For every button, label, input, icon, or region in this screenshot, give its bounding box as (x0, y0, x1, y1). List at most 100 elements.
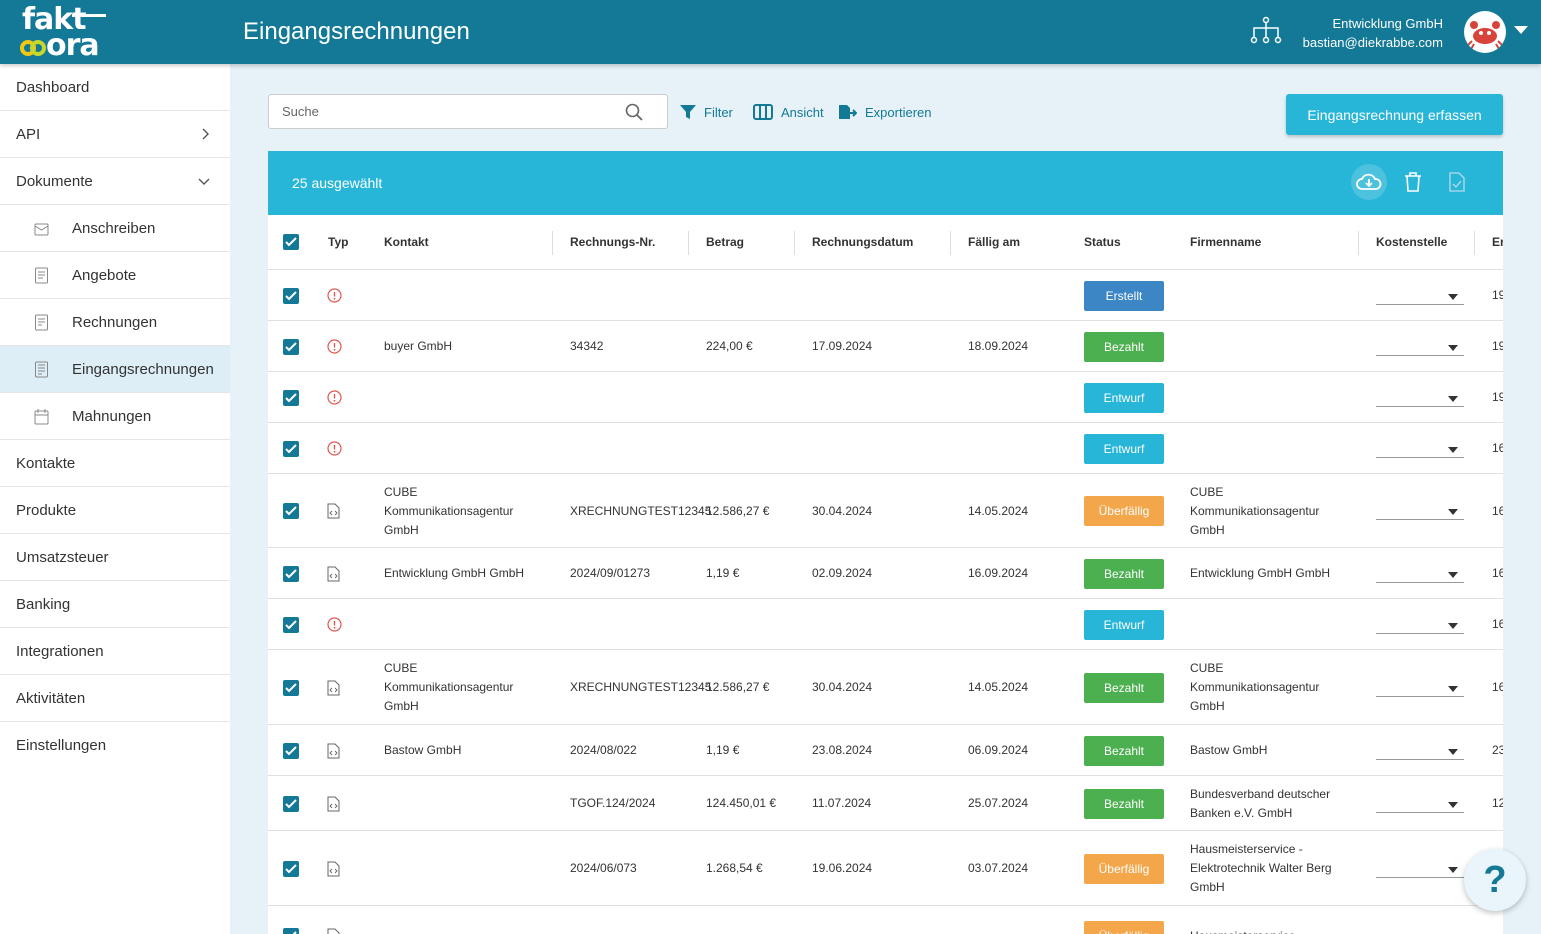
column-rechnungs-nr[interactable]: Rechnungs-Nr. (570, 235, 655, 249)
column-divider[interactable] (1474, 231, 1475, 255)
mark-checked-button[interactable] (1439, 164, 1475, 200)
sidebar-item-dokumente[interactable]: Dokumente (0, 158, 230, 205)
kostenstelle-select[interactable] (1376, 622, 1464, 634)
status-badge[interactable]: Bezahlt (1084, 331, 1164, 362)
xml-document-icon (327, 861, 340, 883)
status-badge[interactable]: Entwurf (1084, 382, 1164, 413)
sidebar-item-dashboard[interactable]: Dashboard (0, 64, 230, 111)
kostenstelle-select[interactable] (1376, 344, 1464, 356)
table-row[interactable]: Entwicklung GmbH GmbH 2024/09/01273 1,19 €… (268, 548, 1503, 599)
column-kostenstelle[interactable]: Kostenstelle (1376, 235, 1447, 249)
status-badge[interactable]: Entwurf (1084, 433, 1164, 464)
user-menu-caret-icon[interactable] (1514, 26, 1528, 34)
column-kontakt[interactable]: Kontakt (384, 235, 429, 249)
kostenstelle-select[interactable] (1376, 293, 1464, 305)
cell-truncated: 19 (1492, 390, 1503, 404)
search-icon[interactable] (625, 103, 643, 121)
user-info[interactable]: Entwicklung GmbH bastian@diekrabbe.com (1303, 14, 1443, 52)
column-divider[interactable] (1358, 231, 1359, 255)
create-incoming-invoice-button[interactable]: Eingangsrechnung erfassen (1286, 94, 1503, 135)
status-badge[interactable]: Bezahlt (1084, 672, 1164, 703)
kostenstelle-select[interactable] (1376, 395, 1464, 407)
table-row[interactable]: 16 Entwurf (268, 423, 1503, 474)
cell-kontakt: Entwicklung GmbH GmbH (384, 566, 525, 580)
status-badge[interactable]: Erstellt (1084, 280, 1164, 311)
table-row[interactable]: Hausmeisterservice - Überfällig (268, 906, 1503, 934)
sidebar-item-api[interactable]: API (0, 111, 230, 158)
kostenstelle-select[interactable] (1376, 446, 1464, 458)
download-button[interactable] (1351, 164, 1387, 200)
table-row[interactable]: 2024/06/073 1.268,54 € 19.06.2024 03.07.202… (268, 831, 1503, 906)
export-button[interactable]: Exportieren (838, 101, 931, 123)
sidebar-item-anschreiben[interactable]: Anschreiben (0, 205, 230, 252)
column-divider[interactable] (950, 231, 951, 255)
table-row[interactable]: 19 Erstellt (268, 270, 1503, 321)
row-checkbox[interactable] (283, 389, 299, 406)
cell-truncated: 16 (1492, 566, 1503, 580)
column-rechnungsdatum[interactable]: Rechnungsdatum (812, 235, 913, 249)
table-row[interactable]: buyer GmbH 34342 224,00 € 17.09.2024 18.09.2… (268, 321, 1503, 372)
status-badge[interactable]: Bezahlt (1084, 558, 1164, 589)
column-status[interactable]: Status (1084, 235, 1121, 249)
column-typ[interactable]: Typ (328, 235, 348, 249)
kostenstelle-select[interactable] (1376, 866, 1464, 878)
row-checkbox[interactable] (283, 616, 299, 633)
table-row[interactable]: TGOF.124/2024 124.450,01 € 11.07.2024 25.07… (268, 776, 1503, 831)
row-checkbox[interactable] (283, 338, 299, 355)
sidebar-item-rechnungen[interactable]: Rechnungen (0, 299, 230, 346)
kostenstelle-select[interactable] (1376, 571, 1464, 583)
kostenstelle-select[interactable] (1376, 801, 1464, 813)
sidebar-item-umsatzsteuer[interactable]: Umsatzsteuer (0, 534, 230, 581)
sidebar-item-produkte[interactable]: Produkte (0, 487, 230, 534)
column-faellig-am[interactable]: Fällig am (968, 235, 1020, 249)
table-row[interactable]: CUBE Kommunikationsagentur GmbH XRECHNUNG… (268, 474, 1503, 548)
row-checkbox[interactable] (283, 440, 299, 457)
column-divider[interactable] (794, 231, 795, 255)
column-betrag[interactable]: Betrag (706, 235, 744, 249)
sidebar-item-angebote[interactable]: Angebote (0, 252, 230, 299)
status-badge[interactable]: Überfällig (1084, 853, 1164, 884)
status-badge[interactable]: Bezahlt (1084, 735, 1164, 766)
table-row[interactable]: CUBE Kommunikationsagentur GmbH XRECHNUNG… (268, 650, 1503, 725)
help-button[interactable]: ? (1464, 849, 1526, 911)
row-checkbox[interactable] (283, 928, 299, 934)
avatar[interactable] (1464, 11, 1506, 53)
column-firmenname[interactable]: Firmenname (1190, 235, 1261, 249)
row-checkbox[interactable] (283, 679, 299, 696)
row-checkbox[interactable] (283, 795, 299, 812)
column-cut[interactable]: Er (1492, 235, 1503, 249)
column-divider[interactable] (552, 231, 553, 255)
cell-rechnungs-nr: XRECHNUNGTEST12345 (570, 503, 712, 518)
table-row[interactable]: 19 Entwurf (268, 372, 1503, 423)
status-badge[interactable]: Überfällig (1084, 496, 1164, 526)
row-checkbox[interactable] (283, 287, 299, 304)
row-checkbox[interactable] (283, 742, 299, 759)
status-badge[interactable]: Entwurf (1084, 609, 1164, 640)
select-all-checkbox[interactable] (283, 234, 299, 250)
sidebar-item-einstellungen[interactable]: Einstellungen (0, 722, 230, 769)
table-row[interactable]: 16 Entwurf (268, 599, 1503, 650)
status-badge[interactable]: Bezahlt (1084, 788, 1164, 819)
organization-switch-icon[interactable] (1250, 16, 1282, 46)
status-badge[interactable]: Überfällig (1084, 921, 1164, 934)
sidebar-item-mahnungen[interactable]: Mahnungen (0, 393, 230, 440)
faktora-logo[interactable]: fakt ora (20, 4, 110, 61)
table-row[interactable]: Bastow GmbH 2024/08/022 1,19 € 23.08.2024 06… (268, 725, 1503, 776)
view-button[interactable]: Ansicht (753, 101, 824, 123)
delete-button[interactable] (1395, 164, 1431, 200)
cell-rechnungs-nr: TGOF.124/2024 (570, 796, 656, 810)
kostenstelle-select[interactable] (1376, 685, 1464, 697)
kostenstelle-select[interactable] (1376, 509, 1464, 520)
filter-button[interactable]: Filter (680, 101, 733, 123)
row-checkbox[interactable] (283, 565, 299, 582)
sidebar-item-integrationen[interactable]: Integrationen (0, 628, 230, 675)
row-checkbox[interactable] (283, 860, 299, 877)
search-input[interactable] (269, 95, 599, 128)
sidebar-item-banking[interactable]: Banking (0, 581, 230, 628)
row-checkbox[interactable] (283, 503, 299, 519)
sidebar-item-aktivitaeten[interactable]: Aktivitäten (0, 675, 230, 722)
sidebar-item-kontakte[interactable]: Kontakte (0, 440, 230, 487)
sidebar-item-eingangsrechnungen[interactable]: Eingangsrechnungen (0, 346, 230, 393)
kostenstelle-select[interactable] (1376, 748, 1464, 760)
column-divider[interactable] (688, 231, 689, 255)
